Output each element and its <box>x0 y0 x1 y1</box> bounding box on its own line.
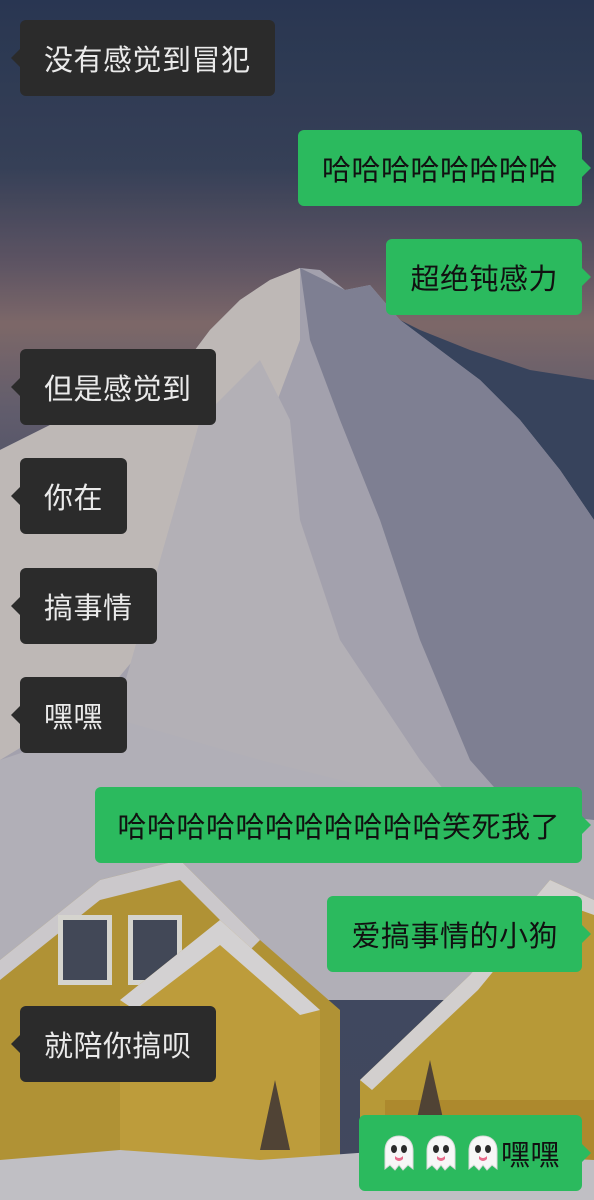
message-text: 哈哈哈哈哈哈哈哈 <box>321 153 558 187</box>
message-bubble-incoming[interactable]: 没有感觉到冒犯 <box>11 20 275 96</box>
message-bubble-outgoing[interactable]: 哈哈哈哈哈哈哈哈 <box>297 130 592 206</box>
message-text: 嘿嘿 <box>44 700 104 734</box>
ghost-icon <box>384 1135 414 1171</box>
message-bubble-incoming[interactable]: 就陪你搞呗 <box>11 1006 216 1082</box>
ghost-icon <box>426 1135 456 1171</box>
message-bubble-outgoing[interactable]: 嘿嘿 <box>358 1115 592 1191</box>
message-bubble-incoming[interactable]: 嘿嘿 <box>10 677 128 753</box>
message-bubble-incoming[interactable]: 但是感觉到 <box>11 349 216 425</box>
message-text: 嘿嘿 <box>500 1138 560 1172</box>
message-text: 就陪你搞呗 <box>44 1029 192 1063</box>
message-text: 没有感觉到冒犯 <box>44 43 251 77</box>
message-list[interactable]: 没有感觉到冒犯 哈哈哈哈哈哈哈哈 超绝钝感力 但是感觉到 你在 搞事情 嘿嘿 哈… <box>0 0 594 1200</box>
message-text: 但是感觉到 <box>44 372 192 406</box>
message-text: 你在 <box>44 481 104 515</box>
message-bubble-outgoing[interactable]: 哈哈哈哈哈哈哈哈哈哈哈笑死我了 <box>95 787 591 863</box>
message-text: 爱搞事情的小狗 <box>351 919 558 953</box>
ghost-emoji-group <box>381 1133 501 1173</box>
ghost-icon <box>468 1135 498 1171</box>
message-bubble-outgoing[interactable]: 爱搞事情的小狗 <box>327 896 591 972</box>
message-text: 哈哈哈哈哈哈哈哈哈哈哈笑死我了 <box>117 810 560 844</box>
message-bubble-outgoing[interactable]: 超绝钝感力 <box>386 239 591 315</box>
message-text: 超绝钝感力 <box>410 262 558 296</box>
message-bubble-incoming[interactable]: 搞事情 <box>11 568 157 644</box>
message-text: 搞事情 <box>44 591 133 625</box>
message-bubble-incoming[interactable]: 你在 <box>10 458 128 534</box>
